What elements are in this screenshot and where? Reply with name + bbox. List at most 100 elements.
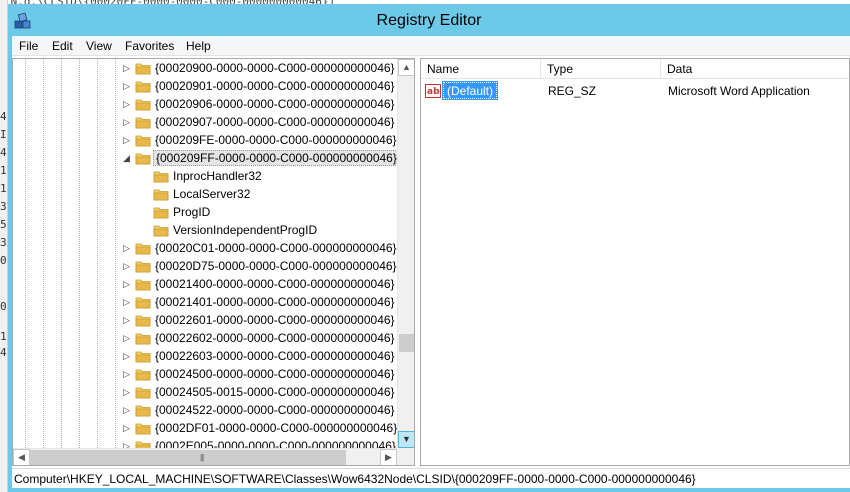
tree-node-label: {00022601-0000-0000-C000-000000000046} <box>155 313 395 327</box>
folder-icon <box>135 294 151 310</box>
tree-node-clsid[interactable]: ▷ {000209FE-0000-0000-C000-000000000046} <box>123 131 397 149</box>
tree-node-label: {00024505-0015-0000-C000-000000000046} <box>155 385 395 399</box>
folder-icon <box>135 114 151 130</box>
horizontal-scroll-thumb[interactable]: ||| <box>30 450 346 465</box>
tree-node-subkey[interactable]: VersionIndependentProgID <box>141 221 411 239</box>
menu-favorites[interactable]: Favorites <box>125 39 174 53</box>
tree-node-label: {00020C01-0000-0000-C000-000000000046} <box>155 241 397 255</box>
folder-icon <box>153 222 169 238</box>
expand-arrow-icon[interactable]: ▷ <box>123 350 133 362</box>
string-value-icon: ab <box>425 84 441 98</box>
expand-arrow-icon[interactable]: ▷ <box>123 404 133 416</box>
tree-node-clsid[interactable]: ▷ {00022602-0000-0000-C000-000000000046} <box>123 329 395 347</box>
tree-node-clsid[interactable]: ▷ {00020907-0000-0000-C000-000000000046} <box>123 113 395 131</box>
title-bar[interactable]: Registry Editor <box>8 4 850 36</box>
scroll-left-button[interactable]: ◀ <box>13 449 30 465</box>
folder-icon <box>135 402 151 418</box>
tree-node-label: {00022602-0000-0000-C000-000000000046} <box>155 331 395 345</box>
background-text-fragment: 4 <box>0 346 7 359</box>
scroll-up-button[interactable]: ▲ <box>398 59 414 76</box>
collapse-arrow-icon[interactable]: ◢ <box>123 152 133 164</box>
tree-node-clsid[interactable]: ▷ {00020906-0000-0000-C000-000000000046} <box>123 95 395 113</box>
expand-arrow-icon[interactable]: ▷ <box>123 260 133 272</box>
tree-node-clsid[interactable]: ▷ {00022601-0000-0000-C000-000000000046} <box>123 311 395 329</box>
tree-node-label: {00020D75-0000-0000-C000-000000000046} <box>155 259 397 273</box>
value-data: Microsoft Word Application <box>668 84 810 98</box>
value-name[interactable]: (Default) <box>441 81 499 100</box>
tree-node-clsid[interactable]: ▷ {00024500-0000-0000-C000-000000000046} <box>123 365 395 383</box>
folder-icon <box>135 348 151 364</box>
tree-node-label: {000209FF-0000-0000-C000-000000000046} <box>153 150 400 166</box>
scroll-down-button[interactable]: ▼ <box>398 431 414 448</box>
tree-horizontal-scrollbar[interactable]: ◀ ||| ▶ <box>13 448 397 465</box>
status-bar: Computer\HKEY_LOCAL_MACHINE\SOFTWARE\Cla… <box>12 468 850 488</box>
tree-node-label: {00020901-0000-0000-C000-000000000046} <box>155 79 395 93</box>
tree-vertical-scrollbar[interactable]: ▲ ▼ <box>397 59 414 448</box>
tree-node-clsid[interactable]: ▷ {00024522-0000-0000-C000-000000000046} <box>123 401 395 419</box>
window-title: Registry Editor <box>376 12 482 29</box>
tree-node-clsid[interactable]: ▷ {0002DF01-0000-0000-C000-000000000046} <box>123 419 397 437</box>
value-row-default[interactable]: ab (Default) REG_SZ Microsoft Word Appli… <box>421 81 849 101</box>
tree-node-label: {00021400-0000-0000-C000-000000000046} <box>155 277 395 291</box>
scroll-corner <box>397 448 414 465</box>
background-text-fragment: 4 <box>0 146 7 159</box>
column-header-data[interactable]: Data <box>661 59 849 79</box>
tree-node-clsid[interactable]: ▷ {00020D75-0000-0000-C000-000000000046} <box>123 257 397 275</box>
expand-arrow-icon[interactable]: ▷ <box>123 314 133 326</box>
menu-help[interactable]: Help <box>186 39 211 53</box>
tree-node-label: {00020900-0000-0000-C000-000000000046} <box>155 61 395 75</box>
expand-arrow-icon[interactable]: ▷ <box>123 332 133 344</box>
menu-bar: File Edit View Favorites Help <box>12 36 850 56</box>
tree-node-label: {00021401-0000-0000-C000-000000000046} <box>155 295 395 309</box>
registry-values-list[interactable]: Name Type Data ab (Default) REG_SZ Micro… <box>420 58 850 466</box>
svg-text:ab: ab <box>427 87 440 97</box>
menu-edit[interactable]: Edit <box>52 39 73 53</box>
expand-arrow-icon[interactable]: ▷ <box>123 422 133 434</box>
folder-icon <box>153 168 169 184</box>
tree-node-clsid[interactable]: ▷ {00020900-0000-0000-C000-000000000046} <box>123 59 395 77</box>
folder-icon <box>135 96 151 112</box>
tree-node-subkey[interactable]: ProgID <box>141 203 411 221</box>
registry-editor-window: Registry Editor File Edit View Favorites… <box>8 4 850 492</box>
expand-arrow-icon[interactable]: ▷ <box>123 62 133 74</box>
column-header-type[interactable]: Type <box>541 59 661 79</box>
folder-icon <box>135 132 151 148</box>
expand-arrow-icon[interactable]: ▷ <box>123 242 133 254</box>
folder-icon <box>153 204 169 220</box>
expand-arrow-icon[interactable]: ▷ <box>123 386 133 398</box>
tree-node-clsid[interactable]: ▷ {00021400-0000-0000-C000-000000000046} <box>123 275 395 293</box>
menu-view[interactable]: View <box>86 39 112 53</box>
tree-node-subkey[interactable]: LocalServer32 <box>141 185 411 203</box>
tree-node-clsid[interactable]: ◢ {000209FF-0000-0000-C000-000000000046} <box>123 149 400 167</box>
scroll-thumb[interactable] <box>399 334 414 352</box>
folder-icon <box>153 186 169 202</box>
expand-arrow-icon[interactable]: ▷ <box>123 278 133 290</box>
tree-node-subkey[interactable]: InprocHandler32 <box>141 167 411 185</box>
tree-node-label: LocalServer32 <box>173 187 251 201</box>
folder-icon <box>135 330 151 346</box>
expand-arrow-icon[interactable]: ▷ <box>123 80 133 92</box>
background-text-fragment: I <box>0 128 7 141</box>
expand-arrow-icon[interactable]: ▷ <box>123 98 133 110</box>
menu-file[interactable]: File <box>19 39 38 53</box>
tree-node-clsid[interactable]: ▷ {00020901-0000-0000-C000-000000000046} <box>123 77 395 95</box>
column-header-name[interactable]: Name <box>421 59 541 79</box>
background-text-fragment: 1 <box>0 182 7 195</box>
folder-icon <box>135 312 151 328</box>
expand-arrow-icon[interactable]: ▷ <box>123 116 133 128</box>
tree-node-clsid[interactable]: ▷ {00021401-0000-0000-C000-000000000046} <box>123 293 395 311</box>
values-list-header: Name Type Data <box>421 59 849 79</box>
tree-node-label: {00022603-0000-0000-C000-000000000046} <box>155 349 395 363</box>
scroll-right-button[interactable]: ▶ <box>380 449 397 465</box>
background-text-fragment: 4 <box>0 110 7 123</box>
tree-node-clsid[interactable]: ▷ {00020C01-0000-0000-C000-000000000046} <box>123 239 397 257</box>
tree-connector-lines <box>25 59 116 449</box>
folder-icon <box>135 150 151 166</box>
expand-arrow-icon[interactable]: ▷ <box>123 296 133 308</box>
expand-arrow-icon[interactable]: ▷ <box>123 134 133 146</box>
tree-node-label: {00024500-0000-0000-C000-000000000046} <box>155 367 395 381</box>
registry-key-tree[interactable]: ▷ {00020900-0000-0000-C000-000000000046} ▷… <box>12 58 415 466</box>
tree-node-clsid[interactable]: ▷ {00024505-0015-0000-C000-000000000046} <box>123 383 395 401</box>
expand-arrow-icon[interactable]: ▷ <box>123 368 133 380</box>
tree-node-clsid[interactable]: ▷ {00022603-0000-0000-C000-000000000046} <box>123 347 395 365</box>
